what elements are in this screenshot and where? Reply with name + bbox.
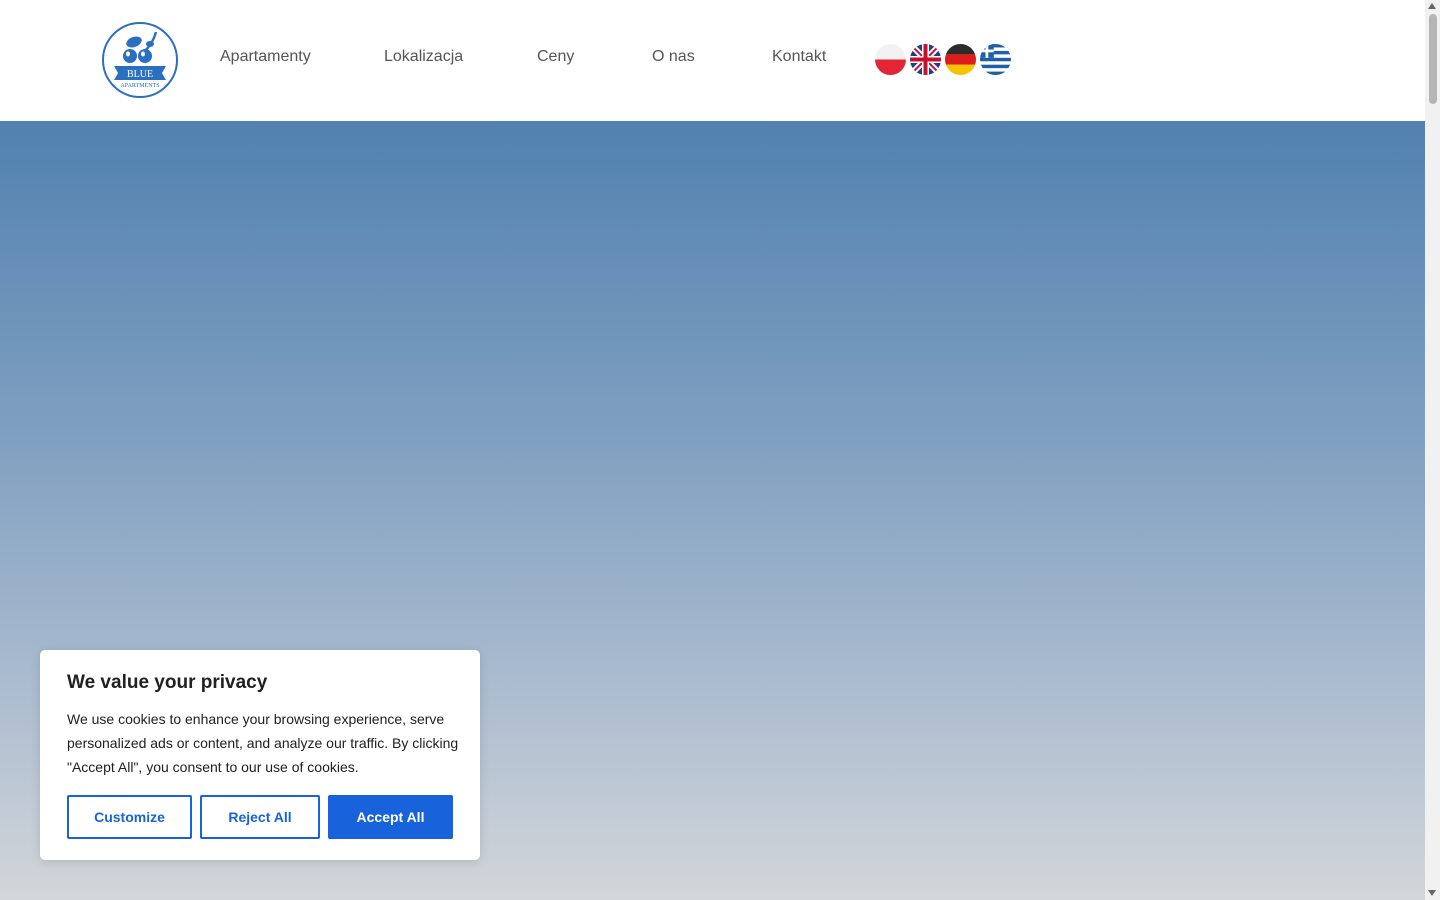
nav-lokalizacja[interactable]: Lokalizacja <box>384 48 463 66</box>
nav-ceny[interactable]: Ceny <box>537 48 574 66</box>
page-scrollbar[interactable] <box>1425 0 1440 900</box>
logo-subtext: APARTMENTS <box>120 83 159 89</box>
nav-apartamenty[interactable]: Apartamenty <box>220 48 311 66</box>
cookie-consent-banner: We value your privacy We use cookies to … <box>40 650 480 860</box>
cookie-description: We use cookies to enhance your browsing … <box>67 711 459 775</box>
scroll-down-arrow-icon[interactable] <box>1428 890 1436 896</box>
uk-flag-icon[interactable] <box>910 44 941 75</box>
greek-flag-icon[interactable] <box>980 44 1011 75</box>
polish-flag-icon[interactable] <box>875 44 906 75</box>
reject-all-button[interactable]: Reject All <box>200 795 320 839</box>
german-flag-icon[interactable] <box>945 44 976 75</box>
nav-kontakt[interactable]: Kontakt <box>772 48 826 66</box>
brand-logo[interactable]: BLUE APARTMENTS <box>102 22 178 98</box>
scroll-up-arrow-icon[interactable] <box>1428 3 1436 9</box>
customize-button[interactable]: Customize <box>67 795 192 839</box>
site-header: BLUE APARTMENTS Apartamenty Lokalizacja … <box>0 0 1425 121</box>
accept-all-button[interactable]: Accept All <box>328 795 453 839</box>
nav-o-nas[interactable]: O nas <box>652 48 695 66</box>
logo-text: BLUE <box>127 69 153 80</box>
cookie-title: We value your privacy <box>67 672 268 693</box>
scrollbar-thumb[interactable] <box>1429 14 1437 104</box>
